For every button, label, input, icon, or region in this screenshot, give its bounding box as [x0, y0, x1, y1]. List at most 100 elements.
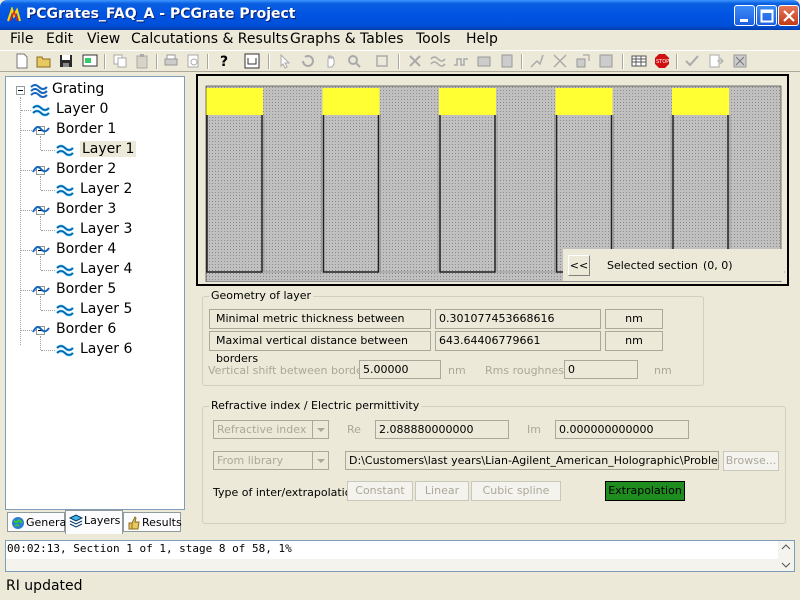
tree-item-label: Border 3: [56, 201, 117, 217]
layer-icon: [32, 104, 50, 117]
hand-icon[interactable]: [323, 53, 339, 69]
menu-edit[interactable]: Edit: [46, 31, 73, 47]
chevron-down-icon: [312, 452, 328, 469]
extrapolation-button[interactable]: Extrapolation: [605, 481, 685, 501]
tool-icon-3[interactable]: [575, 53, 591, 69]
title-bar: PCGrates_FAQ_A - PCGrate Project: [0, 0, 800, 30]
border-icon: [32, 326, 50, 333]
menu-file[interactable]: File: [10, 31, 33, 47]
minimize-button[interactable]: [734, 5, 755, 26]
cubic-spline-button[interactable]: Cubic spline: [471, 481, 561, 501]
log-line: 00:02:13, Section 1 of 1, stage 8 of 58,…: [7, 542, 292, 555]
rotate-icon[interactable]: [300, 53, 316, 69]
save-icon[interactable]: [58, 53, 74, 69]
tree-item-label: Layer 4: [80, 261, 133, 277]
structure-tree[interactable]: Grating Layer 0 Border 1 Layer 1 Border 2 La…: [5, 76, 185, 510]
library-path[interactable]: D:\Customers\last years\Lian-Agilent_Ame…: [345, 451, 719, 470]
back-button[interactable]: <<: [568, 255, 590, 276]
max-distance-label: Maximal vertical distance between border…: [209, 331, 431, 365]
max-distance-unit: nm: [605, 331, 663, 351]
tree-item-label: Layer 2: [80, 181, 133, 197]
check-icon[interactable]: [684, 53, 700, 69]
print-preview-icon[interactable]: [185, 53, 201, 69]
refractive-group: Refractive index / Electric permittivity…: [202, 399, 786, 524]
close-icon: [783, 10, 795, 22]
coating-ridge: [555, 88, 613, 115]
svg-text:?: ?: [220, 54, 228, 69]
selected-section-value: (0, 0): [703, 259, 733, 272]
tab-general[interactable]: Genera: [7, 512, 66, 532]
table-icon[interactable]: [631, 53, 647, 69]
log-vscrollbar[interactable]: [778, 541, 794, 571]
wave-icon[interactable]: [430, 53, 446, 69]
status-text: RI updated: [6, 578, 83, 594]
tree-item-label: Layer 6: [80, 341, 133, 357]
re-label: Re: [347, 423, 361, 436]
source-select[interactable]: From library: [213, 451, 329, 470]
new-file-icon[interactable]: [14, 53, 30, 69]
close-button[interactable]: [778, 5, 799, 26]
linear-button[interactable]: Linear: [415, 481, 469, 501]
rms-label: Rms roughness: [485, 364, 570, 377]
tree-item-label: Layer 0: [56, 101, 109, 117]
thumbs-up-icon: [128, 516, 140, 530]
im-label: Im: [527, 423, 541, 436]
mode-select[interactable]: Refractive index: [213, 420, 329, 439]
tab-results[interactable]: Results: [123, 512, 182, 532]
interp-label: Type of inter/extrapolation:: [213, 486, 363, 499]
tree-expander[interactable]: [16, 86, 25, 95]
re-input[interactable]: 2.088880000000: [375, 420, 509, 439]
menu-help[interactable]: Help: [466, 31, 498, 47]
layer-icon: [56, 264, 74, 277]
menu-calculations[interactable]: Calcutations & Results: [131, 31, 288, 47]
maximize-icon: [760, 9, 774, 23]
coating-ridge: [206, 88, 263, 115]
vshift-input[interactable]: 5.00000: [359, 360, 441, 379]
svg-text:STOP: STOP: [656, 59, 669, 65]
tree-item-label: Layer 5: [80, 301, 133, 317]
tree-item-label: Layer 3: [80, 221, 133, 237]
geometry-group: Geometry of layer Minimal metric thickne…: [202, 289, 704, 386]
browse-button[interactable]: Browse...: [723, 451, 779, 471]
zoom-icon[interactable]: [346, 53, 362, 69]
layer-icon: [56, 144, 74, 157]
section-icon[interactable]: [244, 53, 260, 69]
tool-icon-2[interactable]: [552, 53, 568, 69]
tab-layers[interactable]: Layers: [65, 510, 123, 534]
layer-add-icon[interactable]: [476, 53, 492, 69]
menu-view[interactable]: View: [87, 31, 120, 47]
copy-icon[interactable]: [112, 53, 128, 69]
minimize-icon: [740, 19, 748, 22]
log-hscrollbar[interactable]: [6, 559, 780, 571]
profile-icon[interactable]: [453, 53, 469, 69]
im-input[interactable]: 0.000000000000: [555, 420, 689, 439]
rms-input[interactable]: 0: [564, 360, 638, 379]
tool-icon-4[interactable]: [598, 53, 614, 69]
stop-icon[interactable]: STOP: [654, 53, 670, 69]
border-icon: [32, 206, 50, 213]
app-icon: [7, 7, 21, 22]
tree-item-label: Layer 1: [80, 141, 137, 157]
tool-icon-1[interactable]: [529, 53, 545, 69]
print-icon[interactable]: [163, 53, 179, 69]
maximize-button[interactable]: [756, 5, 777, 26]
window-title: PCGrates_FAQ_A - PCGrate Project: [26, 6, 296, 22]
open-folder-icon[interactable]: [36, 53, 52, 69]
min-thickness-unit: nm: [605, 309, 663, 329]
project-icon[interactable]: [82, 53, 98, 69]
max-distance-value: 643.64406779661: [435, 331, 601, 351]
menu-graphs[interactable]: Graphs & Tables: [290, 31, 404, 47]
help-icon[interactable]: ?: [216, 53, 232, 69]
book-icon[interactable]: [499, 53, 515, 69]
export-icon[interactable]: [708, 53, 724, 69]
min-thickness-value: 0.301077453668616: [435, 309, 601, 329]
selected-section-label: Selected section: [607, 259, 698, 272]
fit-icon[interactable]: [374, 53, 390, 69]
close-doc-icon[interactable]: [732, 53, 748, 69]
progress-log[interactable]: 00:02:13, Section 1 of 1, stage 8 of 58,…: [5, 540, 795, 572]
pointer-icon[interactable]: [277, 53, 293, 69]
menu-tools[interactable]: Tools: [416, 31, 451, 47]
delete-icon[interactable]: [407, 53, 423, 69]
paste-icon[interactable]: [134, 53, 150, 69]
constant-button[interactable]: Constant: [347, 481, 413, 501]
